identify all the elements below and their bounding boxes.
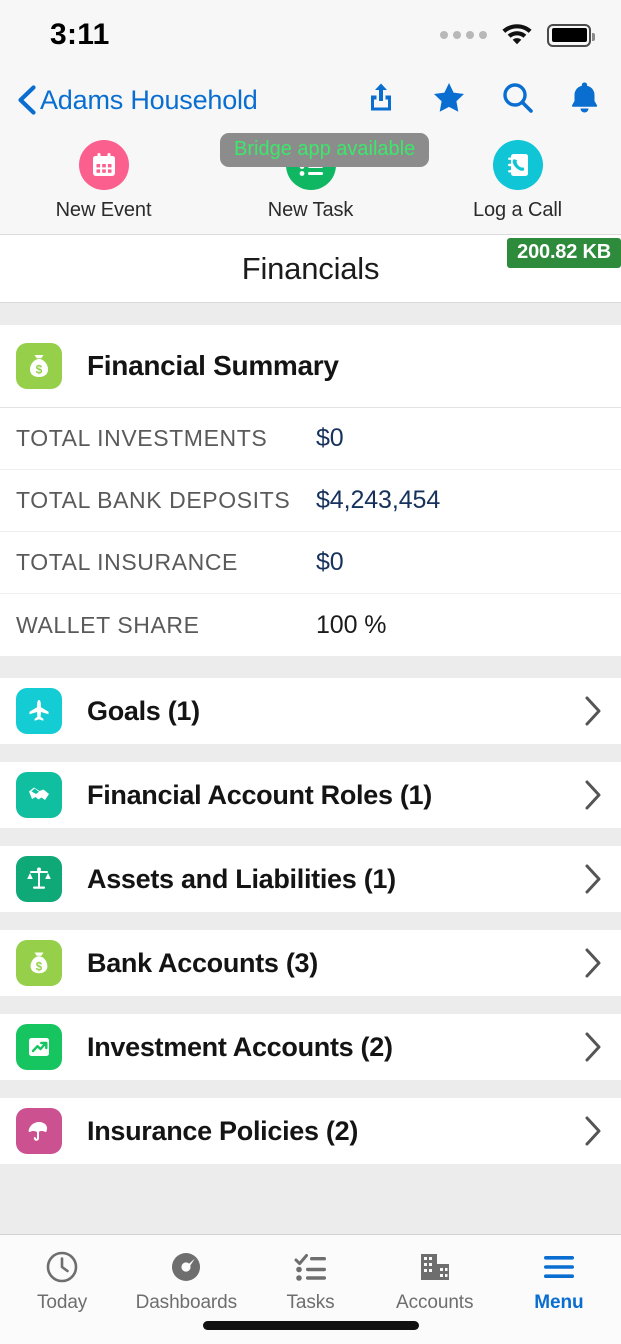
chevron-right-icon — [583, 1115, 603, 1147]
buildings-icon — [418, 1247, 452, 1287]
status-bar: 3:11 — [0, 0, 621, 70]
handshake-icon — [16, 772, 62, 818]
back-label: Adams Household — [40, 84, 258, 115]
summary-row: TOTAL INVESTMENTS $0 — [0, 408, 621, 470]
airplane-icon — [16, 688, 62, 734]
summary-row-label: WALLET SHARE — [16, 611, 200, 638]
bell-icon[interactable] — [570, 81, 599, 119]
chevron-left-icon — [16, 85, 38, 115]
checklist-icon — [294, 1247, 328, 1287]
chevron-right-icon — [583, 947, 603, 979]
list-item-investment-accounts[interactable]: Investment Accounts (2) — [0, 1014, 621, 1080]
hamburger-icon — [542, 1247, 576, 1287]
status-indicators — [440, 21, 595, 50]
search-icon[interactable] — [502, 82, 533, 118]
tab-label: Today — [37, 1292, 88, 1313]
svg-text:$: $ — [36, 961, 43, 973]
tab-label: Menu — [534, 1292, 584, 1313]
financial-summary-title: Financial Summary — [87, 350, 339, 381]
page-title: Financials — [241, 250, 380, 286]
section-gap — [0, 744, 621, 762]
quick-action-new-event[interactable]: New Event — [0, 140, 207, 222]
star-icon[interactable] — [433, 82, 465, 118]
list-item-label: Insurance Policies (2) — [87, 1115, 359, 1146]
list-item-label: Financial Account Roles (1) — [87, 779, 432, 810]
chevron-right-icon — [583, 695, 603, 727]
summary-row-value: 100 % — [316, 610, 387, 639]
bridge-app-toast: Bridge app available — [220, 133, 430, 167]
clock-icon — [45, 1247, 79, 1287]
share-icon[interactable] — [366, 81, 396, 120]
chart-arrow-icon — [16, 1024, 62, 1070]
signal-dots-icon — [440, 31, 487, 39]
summary-row-label: TOTAL INSURANCE — [16, 549, 238, 575]
nav-actions — [366, 81, 599, 120]
wifi-icon — [501, 21, 533, 50]
status-time: 3:11 — [50, 18, 110, 51]
tab-label: Accounts — [396, 1292, 474, 1313]
summary-row-label: TOTAL BANK DEPOSITS — [16, 487, 291, 513]
tab-today[interactable]: Today — [0, 1247, 124, 1314]
list-item-label: Bank Accounts (3) — [87, 947, 318, 978]
navigation-bar: Adams Household — [0, 70, 621, 130]
summary-row: TOTAL BANK DEPOSITS $4,243,454 — [0, 470, 621, 532]
quick-actions-bar: New Event New Task Log a Call Bridge app… — [0, 130, 621, 235]
chevron-right-icon — [583, 863, 603, 895]
umbrella-icon — [16, 1108, 62, 1154]
list-item-label: Investment Accounts (2) — [87, 1031, 393, 1062]
money-bag-icon: $ — [16, 940, 62, 986]
chevron-right-icon — [583, 779, 603, 811]
list-item-assets-and-liabilities[interactable]: Assets and Liabilities (1) — [0, 846, 621, 912]
quick-action-label: New Task — [267, 199, 354, 221]
financial-summary-card: $ Financial Summary TOTAL INVESTMENTS $0… — [0, 325, 621, 656]
list-item-label: Goals (1) — [87, 695, 200, 726]
tab-dashboards[interactable]: Dashboards — [124, 1247, 248, 1314]
summary-row: TOTAL INSURANCE $0 — [0, 532, 621, 594]
calendar-icon — [78, 140, 129, 190]
summary-row-value[interactable]: $0 — [316, 548, 344, 577]
section-gap — [0, 303, 621, 325]
bottom-tab-bar: Today Dashboards Tasks Accounts Menu — [0, 1234, 621, 1344]
gauge-icon — [169, 1247, 203, 1287]
chevron-right-icon — [583, 1031, 603, 1063]
summary-row: WALLET SHARE 100 % — [0, 594, 621, 656]
list-item-bank-accounts[interactable]: $ Bank Accounts (3) — [0, 930, 621, 996]
section-gap — [0, 656, 621, 678]
svg-text:$: $ — [36, 363, 43, 377]
back-button[interactable]: Adams Household — [16, 85, 258, 116]
section-gap — [0, 1080, 621, 1098]
list-item-label: Assets and Liabilities (1) — [87, 863, 396, 894]
quick-action-label: Log a Call — [472, 199, 563, 221]
financial-summary-header: $ Financial Summary — [0, 325, 621, 408]
tab-accounts[interactable]: Accounts — [373, 1247, 497, 1314]
app-root: 3:11 Adams Household New Event New Task … — [0, 0, 621, 1344]
section-gap — [0, 996, 621, 1014]
content-scroll-area[interactable]: $ Financial Summary TOTAL INVESTMENTS $0… — [0, 303, 621, 1234]
section-gap — [0, 828, 621, 846]
phone-book-icon — [492, 140, 543, 190]
home-indicator — [202, 1321, 419, 1330]
tab-label: Dashboards — [135, 1292, 238, 1313]
size-badge: 200.82 KB — [507, 238, 621, 268]
money-bag-icon: $ — [16, 343, 62, 389]
summary-row-value[interactable]: $4,243,454 — [316, 486, 440, 515]
summary-row-value[interactable]: $0 — [316, 424, 344, 453]
scales-icon — [16, 856, 62, 902]
page-title-bar: Financials 200.82 KB — [0, 235, 621, 303]
section-gap — [0, 912, 621, 930]
tab-tasks[interactable]: Tasks — [248, 1247, 372, 1314]
summary-row-label: TOTAL INVESTMENTS — [16, 425, 268, 451]
quick-action-label: New Event — [55, 199, 152, 221]
tab-menu[interactable]: Menu — [497, 1247, 621, 1314]
list-item-goals[interactable]: Goals (1) — [0, 678, 621, 744]
tab-label: Tasks — [286, 1292, 335, 1313]
quick-action-log-a-call[interactable]: Log a Call — [414, 140, 621, 222]
battery-full-icon — [547, 23, 595, 47]
list-item-insurance-policies[interactable]: Insurance Policies (2) — [0, 1098, 621, 1164]
list-item-financial-account-roles[interactable]: Financial Account Roles (1) — [0, 762, 621, 828]
